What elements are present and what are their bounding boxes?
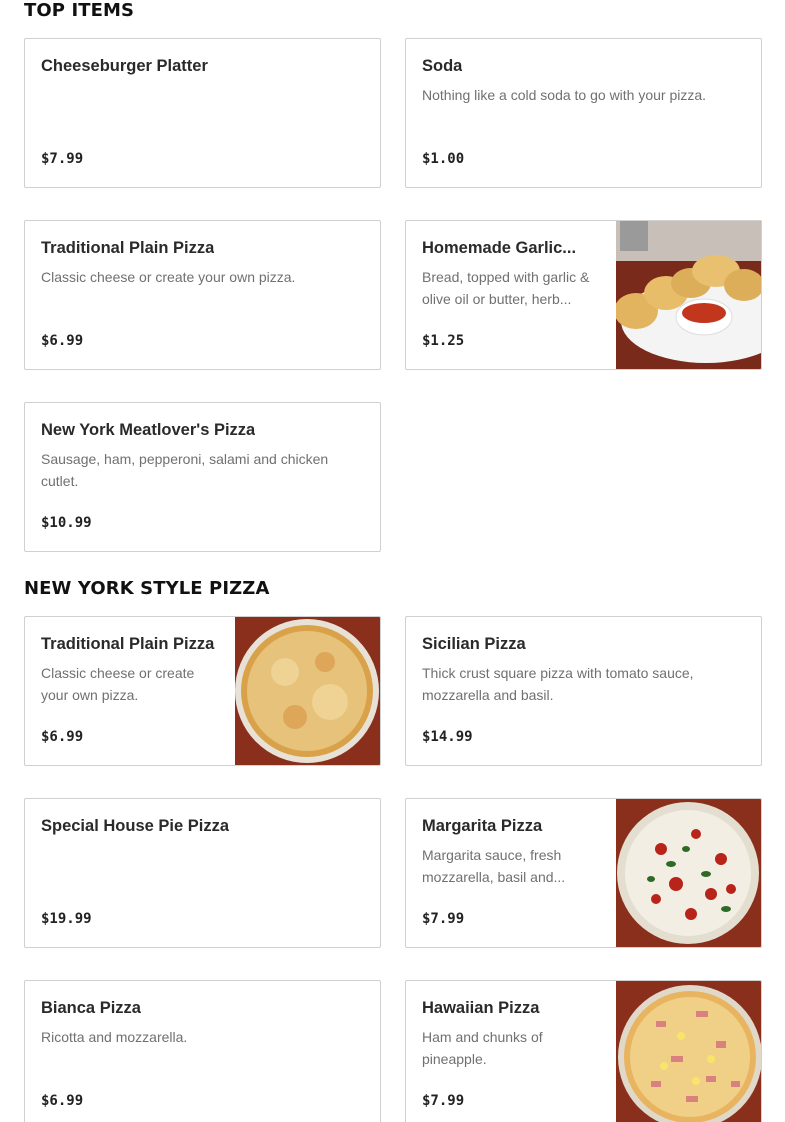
menu-item-bianca-pizza[interactable]: Bianca Pizza Ricotta and mozzarella. $6.…	[24, 980, 381, 1122]
menu-item-homemade-garlic-knots[interactable]: Homemade Garlic... Bread, topped with ga…	[405, 220, 762, 370]
section-title-top-items: TOP ITEMS	[24, 0, 135, 21]
item-name: New York Meatlover's Pizza	[41, 421, 256, 439]
item-description: Thick crust square pizza with tomato sau…	[422, 665, 694, 703]
item-name: Special House Pie Pizza	[41, 817, 229, 835]
garlic-knots-image	[616, 221, 761, 369]
item-name: Margarita Pizza	[422, 817, 543, 835]
menu-item-traditional-plain-pizza[interactable]: Traditional Plain Pizza Classic cheese o…	[24, 220, 381, 370]
item-name: Bianca Pizza	[41, 999, 141, 1017]
item-name: Hawaiian Pizza	[422, 999, 540, 1017]
section-title-new-york-style-pizza: NEW YORK STYLE PIZZA	[24, 578, 270, 599]
item-description: Margarita sauce, fresh mozzarella, basil…	[422, 847, 566, 885]
item-price: $7.99	[422, 911, 465, 927]
menu-item-cheeseburger-platter[interactable]: Cheeseburger Platter $7.99	[24, 38, 381, 188]
item-price: $1.25	[422, 333, 465, 349]
item-name: Traditional Plain Pizza	[41, 239, 215, 257]
item-price: $7.99	[41, 151, 84, 167]
item-price: $10.99	[41, 515, 92, 531]
item-price: $7.99	[422, 1093, 465, 1109]
item-description: Classic cheese or create your own pizza.	[41, 269, 296, 285]
margarita-pizza-image	[616, 799, 761, 947]
hawaiian-pizza-image	[616, 981, 761, 1122]
menu-item-margarita-pizza[interactable]: Margarita Pizza Margarita sauce, fresh m…	[405, 798, 762, 948]
item-description: Sausage, ham, pepperoni, salami and chic…	[41, 451, 329, 489]
menu-item-sicilian-pizza[interactable]: Sicilian Pizza Thick crust square pizza …	[405, 616, 762, 766]
item-price: $6.99	[41, 1093, 84, 1109]
item-description: Classic cheese or create your own pizza.	[41, 665, 195, 703]
item-price: $1.00	[422, 151, 465, 167]
item-name: Soda	[422, 57, 463, 75]
item-name: Homemade Garlic...	[422, 239, 577, 257]
item-description: Ricotta and mozzarella.	[41, 1029, 188, 1045]
cheese-pizza-image	[235, 617, 380, 765]
item-name: Cheeseburger Platter	[41, 57, 208, 75]
item-description: Ham and chunks of pineapple.	[422, 1029, 543, 1067]
menu-item-hawaiian-pizza[interactable]: Hawaiian Pizza Ham and chunks of pineapp…	[405, 980, 762, 1122]
item-name: Sicilian Pizza	[422, 635, 526, 653]
item-price: $14.99	[422, 729, 473, 745]
item-price: $19.99	[41, 911, 92, 927]
item-name: Traditional Plain Pizza	[41, 635, 215, 653]
item-price: $6.99	[41, 729, 84, 745]
item-description: Bread, topped with garlic & olive oil or…	[422, 269, 590, 307]
menu-item-new-york-meatlovers-pizza[interactable]: New York Meatlover's Pizza Sausage, ham,…	[24, 402, 381, 552]
item-price: $6.99	[41, 333, 84, 349]
menu-item-soda[interactable]: Soda Nothing like a cold soda to go with…	[405, 38, 762, 188]
menu-item-special-house-pie-pizza[interactable]: Special House Pie Pizza $19.99	[24, 798, 381, 948]
item-description: Nothing like a cold soda to go with your…	[422, 87, 707, 103]
menu-item-traditional-plain-pizza-ny[interactable]: Traditional Plain Pizza Classic cheese o…	[24, 616, 381, 766]
